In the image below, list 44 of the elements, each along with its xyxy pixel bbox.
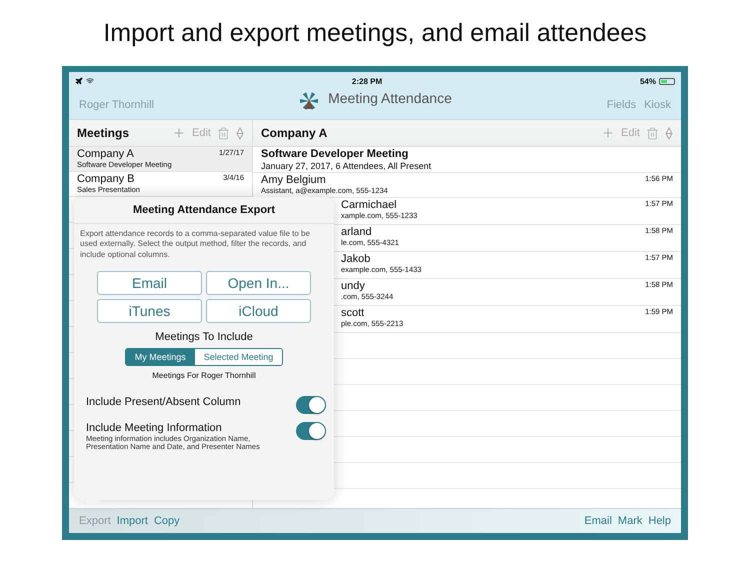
export-method-button[interactable]: Open In...: [206, 271, 311, 296]
pane-title: Company A: [261, 126, 328, 140]
meeting-name: Company A: [77, 148, 135, 161]
meeting-title: Software Developer Meeting: [261, 148, 410, 161]
attendee-name: Jakob: [341, 253, 372, 266]
logo-icon: [298, 90, 320, 112]
trash-icon[interactable]: [646, 126, 659, 140]
toolbar-link[interactable]: Mark: [618, 515, 642, 527]
headline: Import and export meetings, and email attendees: [102, 18, 648, 48]
toolbar-link[interactable]: Help: [648, 515, 671, 527]
attendee-name: undy: [341, 280, 366, 293]
segment-button[interactable]: My Meetings: [126, 349, 195, 366]
section-title: Meetings To Include: [155, 331, 253, 344]
segment-button[interactable]: Selected Meeting: [194, 349, 282, 366]
toolbar-link[interactable]: Copy: [154, 515, 180, 527]
option-label: Include Present/Absent Column: [86, 396, 241, 409]
attendee-name: scott: [341, 307, 366, 320]
popover-title: Meeting Attendance Export: [74, 197, 334, 224]
battery-icon: [659, 78, 675, 84]
export-method-button[interactable]: iCloud: [206, 299, 311, 324]
battery-percent: 54%: [640, 76, 656, 86]
airplane-icon: [75, 77, 83, 85]
toggle-switch[interactable]: [296, 422, 326, 440]
meeting-name: Company B: [77, 173, 136, 186]
attendee-name: Amy Belgium: [261, 174, 327, 187]
add-icon[interactable]: [601, 126, 616, 140]
pane-title: Meetings: [77, 126, 130, 140]
meeting-summary: January 27, 2017, 6 Attendees, All Present: [261, 160, 432, 171]
trash-icon[interactable]: [217, 126, 230, 140]
sort-icon[interactable]: [236, 126, 244, 140]
attendee-name: arland: [341, 226, 373, 239]
option-label: Include Meeting Information: [86, 422, 223, 435]
toggle-switch[interactable]: [296, 396, 326, 414]
app-title: Meeting Attendance: [328, 90, 452, 106]
wifi-icon: [86, 77, 94, 85]
export-method-button[interactable]: Email: [97, 271, 202, 296]
toolbar-link[interactable]: Email: [584, 515, 612, 527]
toolbar-link[interactable]: Import: [116, 515, 148, 527]
export-method-button[interactable]: iTunes: [97, 299, 202, 324]
clock: 2:28 PM: [352, 76, 382, 86]
sort-icon[interactable]: [665, 126, 673, 140]
add-icon[interactable]: [172, 126, 186, 140]
filter-note: Meetings For Roger Thornhill: [152, 371, 256, 380]
attendee-name: Carmichael: [341, 199, 398, 212]
